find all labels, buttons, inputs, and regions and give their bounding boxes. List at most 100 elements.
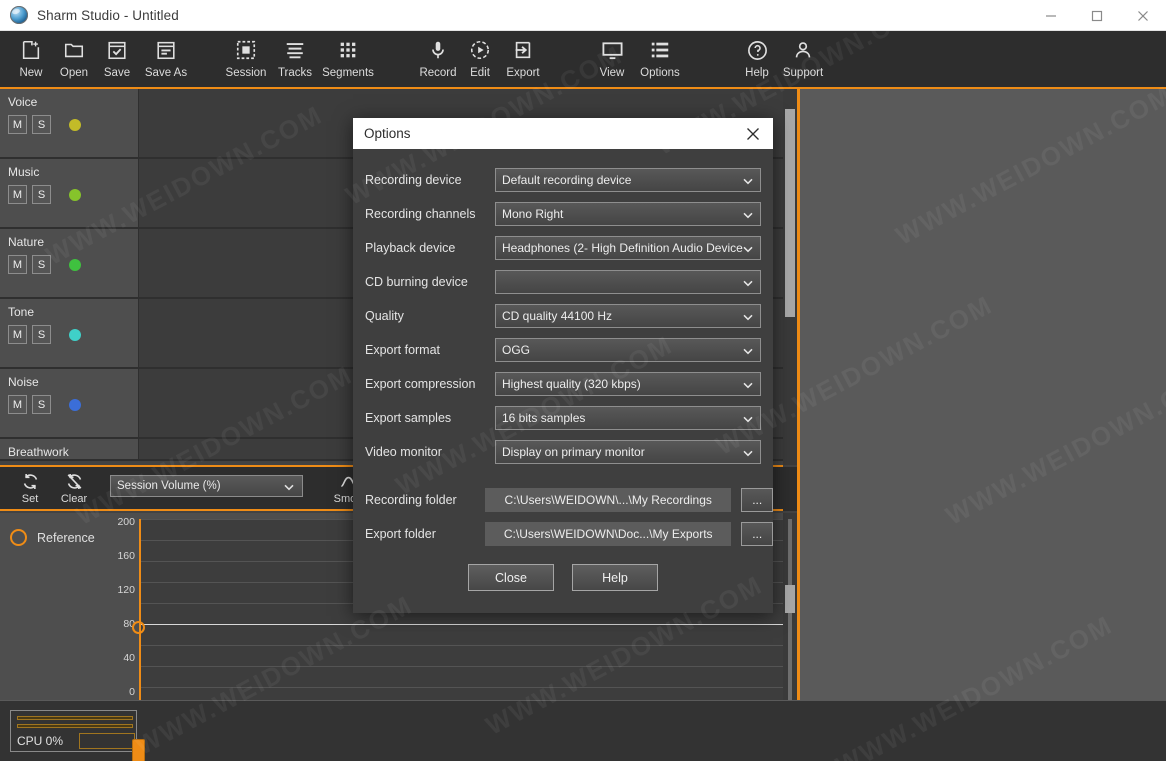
maximize-icon[interactable]	[1074, 0, 1120, 31]
scale-value: 40	[123, 652, 135, 664]
chevron-down-icon	[742, 243, 754, 258]
field-video-monitor: Video monitor Display on primary monitor	[353, 435, 773, 469]
save-check-icon	[106, 37, 128, 63]
select-value: Headphones (2- High Definition Audio Dev…	[502, 241, 743, 255]
export-compression-select[interactable]: Highest quality (320 kbps)	[495, 372, 761, 396]
chevron-down-icon	[742, 447, 754, 462]
track-color-dot[interactable]	[69, 188, 81, 201]
cpu-monitor: CPU 0%	[10, 710, 137, 752]
track-solo-button[interactable]: S	[32, 115, 51, 134]
export-folder-browse-button[interactable]: ...	[741, 522, 773, 546]
cd-burning-device-select[interactable]	[495, 270, 761, 294]
chevron-down-icon	[742, 277, 754, 292]
track-solo-button[interactable]: S	[32, 185, 51, 204]
toolbar-button-export[interactable]: Export	[498, 31, 548, 87]
folder-path-value: C:\Users\WEIDOWN\Doc...\My Exports	[503, 527, 713, 541]
toolbar-button-segments[interactable]: Segments	[318, 31, 378, 87]
track-mute-button[interactable]: M	[8, 115, 27, 134]
envelope-set-button[interactable]: Set	[8, 467, 52, 505]
window-controls	[1028, 0, 1166, 31]
export-format-select[interactable]: OGG	[495, 338, 761, 362]
cpu-meter-bar	[79, 733, 135, 749]
help-question-icon	[746, 37, 769, 63]
track-header-noise[interactable]: Noise M S	[0, 369, 138, 439]
toolbar-button-options[interactable]: Options	[632, 31, 688, 87]
close-icon[interactable]	[733, 118, 773, 149]
toolbar-button-record[interactable]: Record	[414, 31, 462, 87]
track-color-dot[interactable]	[69, 118, 81, 131]
close-icon[interactable]	[1120, 0, 1166, 31]
toolbar-button-help[interactable]: Help	[738, 31, 776, 87]
playback-device-select[interactable]: Headphones (2- High Definition Audio Dev…	[495, 236, 761, 260]
track-color-dot[interactable]	[69, 398, 81, 411]
track-name: Noise	[8, 375, 39, 389]
recording-folder-browse-button[interactable]: ...	[741, 488, 773, 512]
reference-circle-icon	[10, 529, 27, 546]
recording-channels-select[interactable]: Mono Right	[495, 202, 761, 226]
dialog-title-bar: Options	[353, 118, 773, 149]
toolbar-label-save-as: Save As	[144, 67, 188, 79]
toolbar-button-tracks[interactable]: Tracks	[272, 31, 318, 87]
track-mute-button[interactable]: M	[8, 185, 27, 204]
recording-folder-input[interactable]: C:\Users\WEIDOWN\...\My Recordings	[484, 488, 732, 512]
toolbar-button-view[interactable]: View	[592, 31, 632, 87]
field-cd-burning-device: CD burning device	[353, 265, 773, 299]
track-color-dot[interactable]	[69, 328, 81, 341]
track-name: Voice	[8, 95, 38, 109]
track-header-nature[interactable]: Nature M S	[0, 229, 138, 299]
track-header-tone[interactable]: Tone M S	[0, 299, 138, 369]
track-mute-button[interactable]: M	[8, 255, 27, 274]
export-arrow-icon	[512, 37, 534, 63]
track-mute-button[interactable]: M	[8, 325, 27, 344]
options-list-icon	[649, 37, 671, 63]
track-color-dot[interactable]	[69, 258, 81, 271]
minimize-icon[interactable]	[1028, 0, 1074, 31]
envelope-type-select[interactable]: Session Volume (%)	[110, 475, 303, 497]
scrollbar-thumb[interactable]	[785, 109, 795, 317]
dialog-help-button[interactable]: Help	[572, 564, 658, 591]
dialog-title: Options	[364, 126, 411, 141]
envelope-reference[interactable]: Reference	[10, 529, 95, 546]
toolbar-label-save: Save	[103, 67, 131, 79]
toolbar-button-save[interactable]: Save	[96, 31, 138, 87]
field-label: Quality	[365, 309, 404, 323]
track-header-voice[interactable]: Voice M S	[0, 89, 138, 159]
dialog-close-button[interactable]: Close	[468, 564, 554, 591]
clear-crossed-icon	[65, 470, 84, 492]
title-bar: Sharm Studio - Untitled	[0, 0, 1166, 31]
sharm-logo-icon	[10, 6, 28, 24]
track-solo-button[interactable]: S	[32, 255, 51, 274]
scale-value: 160	[117, 550, 135, 562]
toolbar-button-edit[interactable]: Edit	[462, 31, 498, 87]
transport-bar: CPU 0%	[0, 700, 1166, 761]
video-monitor-select[interactable]: Display on primary monitor	[495, 440, 761, 464]
toolbar-label-edit: Edit	[470, 67, 490, 79]
field-export-compression: Export compression Highest quality (320 …	[353, 367, 773, 401]
track-solo-button[interactable]: S	[32, 395, 51, 414]
envelope-handle[interactable]	[132, 621, 145, 634]
scrollbar-thumb[interactable]	[785, 585, 795, 613]
monitor-icon	[601, 37, 624, 63]
track-header-breathwork[interactable]: Breathwork	[0, 439, 138, 461]
toolbar-button-open[interactable]: Open	[52, 31, 96, 87]
export-folder-input[interactable]: C:\Users\WEIDOWN\Doc...\My Exports	[484, 522, 732, 546]
envelope-clear-button[interactable]: Clear	[52, 467, 96, 505]
field-export-format: Export format OGG	[353, 333, 773, 367]
toolbar-button-support[interactable]: Support	[776, 31, 830, 87]
toolbar-button-session[interactable]: Session	[220, 31, 272, 87]
quality-select[interactable]: CD quality 44100 Hz	[495, 304, 761, 328]
field-label: Recording device	[365, 173, 462, 187]
toolbar-label-support: Support	[782, 67, 824, 79]
toolbar-button-new[interactable]: New	[10, 31, 52, 87]
toolbar-button-save-as[interactable]: Save As	[138, 31, 194, 87]
toolbar-label-new: New	[19, 67, 43, 79]
recording-device-select[interactable]: Default recording device	[495, 168, 761, 192]
tracks-vertical-scrollbar[interactable]	[783, 89, 797, 465]
track-header-music[interactable]: Music M S	[0, 159, 138, 229]
export-samples-select[interactable]: 16 bits samples	[495, 406, 761, 430]
options-dialog: Options Recording device Default recordi…	[353, 118, 773, 613]
track-mute-button[interactable]: M	[8, 395, 27, 414]
scale-value: 200	[117, 516, 135, 528]
playhead-marker[interactable]	[132, 739, 145, 761]
track-solo-button[interactable]: S	[32, 325, 51, 344]
